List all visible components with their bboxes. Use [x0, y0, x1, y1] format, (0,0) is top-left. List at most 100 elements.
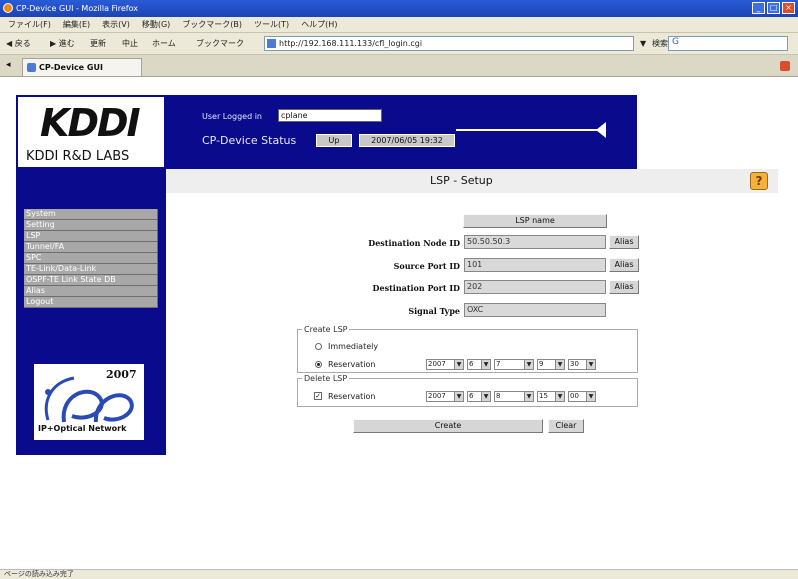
- chevron-down-icon: ▼: [586, 360, 595, 369]
- tab-favicon-icon: [27, 63, 36, 72]
- window-titlebar: CP-Device GUI - Mozilla Firefox _ □ ×: [0, 0, 798, 17]
- arrow-left-icon: [596, 122, 606, 138]
- dest-node-input[interactable]: 50.50.50.3: [464, 235, 606, 249]
- chevron-down-icon: ▼: [481, 360, 490, 369]
- sidebar: System Setting LSP Tunnel/FA SPC TE-Link…: [16, 169, 166, 455]
- sidebar-item-alias[interactable]: Alias: [24, 286, 158, 297]
- url-text: http://192.168.111.133/cfl_login.cgi: [279, 39, 423, 48]
- create-reservation-radio[interactable]: [315, 361, 322, 368]
- chevron-down-icon: ▼: [481, 392, 490, 401]
- menu-file[interactable]: ファイル(F): [8, 19, 51, 30]
- minimize-button[interactable]: _: [752, 2, 765, 14]
- menu-tools[interactable]: ツール(T): [254, 19, 289, 30]
- delete-day-select[interactable]: 8 ▼: [494, 391, 534, 402]
- clear-button[interactable]: Clear: [548, 419, 584, 433]
- firefox-icon: [3, 3, 13, 13]
- home-button[interactable]: ホーム: [152, 37, 176, 51]
- help-icon[interactable]: ?: [750, 172, 768, 190]
- page-header: KDDI KDDI R&D LABS User Logged in cplane…: [16, 95, 637, 169]
- menu-help[interactable]: ヘルプ(H): [301, 19, 337, 30]
- navigation-toolbar: ◀ 戻る ▶ 進む 更新 中止 ホーム ブックマーク http://192.16…: [0, 33, 798, 55]
- sidebar-item-setting[interactable]: Setting: [24, 220, 158, 231]
- arrow-line: [456, 129, 606, 131]
- iop-year: 2007: [106, 368, 137, 381]
- sidebar-item-tunnel-fa[interactable]: Tunnel/FA: [24, 242, 158, 253]
- tab-cp-device-gui[interactable]: CP-Device GUI: [22, 58, 142, 76]
- delete-minute-select[interactable]: 00 ▼: [568, 391, 596, 402]
- sidebar-item-te-link[interactable]: TE-Link/Data-Link: [24, 264, 158, 275]
- delete-hour-select[interactable]: 15 ▼: [537, 391, 565, 402]
- reload-button[interactable]: 更新: [90, 37, 106, 51]
- close-window-button[interactable]: ×: [782, 2, 795, 14]
- create-year-select[interactable]: 2007 ▼: [426, 359, 464, 370]
- create-day-select[interactable]: 7 ▼: [494, 359, 534, 370]
- iop-banner: 2007 IP+Optical Network: [34, 364, 144, 440]
- close-tab-icon[interactable]: [780, 61, 790, 71]
- forward-button[interactable]: ▶ 進む: [50, 37, 75, 51]
- title-band: LSP - Setup ?: [166, 169, 778, 193]
- sidebar-item-lsp[interactable]: LSP: [24, 231, 158, 242]
- window-title: CP-Device GUI - Mozilla Firefox: [16, 4, 138, 13]
- page-title: LSP - Setup: [430, 174, 493, 187]
- sidebar-item-system[interactable]: System: [24, 209, 158, 220]
- create-button[interactable]: Create: [353, 419, 543, 433]
- browser-statusbar: ページの読み込み完了: [0, 569, 798, 579]
- search-icon: G: [672, 37, 679, 47]
- stop-button[interactable]: 中止: [122, 37, 138, 51]
- dest-port-label: Destination Port ID: [372, 283, 460, 293]
- delete-year-select[interactable]: 2007 ▼: [426, 391, 464, 402]
- src-port-label: Source Port ID: [393, 261, 460, 271]
- signal-type-input[interactable]: OXC: [464, 303, 606, 317]
- tab-scroll-icon[interactable]: ◂: [6, 60, 11, 70]
- page-icon: [267, 39, 276, 48]
- iop-caption: IP+Optical Network: [38, 424, 127, 433]
- bookmarks-button[interactable]: ブックマーク: [196, 37, 244, 51]
- dest-node-label: Destination Node ID: [368, 238, 460, 248]
- menu-go[interactable]: 移動(G): [142, 19, 170, 30]
- chevron-down-icon: ▼: [524, 360, 533, 369]
- delete-lsp-legend: Delete LSP: [304, 374, 348, 383]
- create-month-select[interactable]: 6 ▼: [467, 359, 491, 370]
- immediately-label: Immediately: [328, 342, 379, 351]
- sidebar-item-logout[interactable]: Logout: [24, 297, 158, 308]
- device-status-timestamp: 2007/06/05 19:32: [359, 134, 455, 147]
- menu-edit[interactable]: 編集(E): [63, 19, 90, 30]
- chevron-down-icon: ▼: [454, 360, 463, 369]
- sidebar-item-spc[interactable]: SPC: [24, 253, 158, 264]
- user-logged-label: User Logged in: [202, 112, 262, 121]
- menu-bookmarks[interactable]: ブックマーク(B): [182, 19, 242, 30]
- logo-subtext: KDDI R&D LABS: [26, 149, 130, 164]
- back-button[interactable]: ◀ 戻る: [6, 37, 31, 51]
- tab-label: CP-Device GUI: [39, 63, 103, 72]
- create-hour-select[interactable]: 9 ▼: [537, 359, 565, 370]
- search-input[interactable]: G: [668, 36, 788, 51]
- sidebar-menu: System Setting LSP Tunnel/FA SPC TE-Link…: [24, 209, 158, 308]
- chevron-down-icon: ▼: [524, 392, 533, 401]
- device-status-badge: Up: [316, 134, 352, 147]
- sidebar-item-ospf-te[interactable]: OSPF-TE Link State DB: [24, 275, 158, 286]
- url-dropdown-icon[interactable]: ▼: [640, 37, 646, 51]
- search-go-button[interactable]: 検索: [652, 37, 668, 51]
- dest-port-alias-button[interactable]: Alias: [609, 280, 639, 294]
- maximize-button[interactable]: □: [767, 2, 780, 14]
- menu-view[interactable]: 表示(V): [102, 19, 130, 30]
- dest-port-input[interactable]: 202: [464, 280, 606, 294]
- immediately-radio[interactable]: [315, 343, 322, 350]
- delete-reservation-label: Reservation: [328, 392, 376, 401]
- lsp-name-button[interactable]: LSP name: [463, 214, 607, 228]
- device-status-label: CP-Device Status: [202, 134, 297, 147]
- delete-reservation-checkbox[interactable]: ✓: [314, 392, 322, 400]
- src-port-input[interactable]: 101: [464, 258, 606, 272]
- src-port-alias-button[interactable]: Alias: [609, 258, 639, 272]
- create-reservation-label: Reservation: [328, 360, 376, 369]
- chevron-down-icon: ▼: [555, 392, 564, 401]
- signal-type-label: Signal Type: [408, 306, 460, 316]
- user-field: cplane: [278, 109, 382, 122]
- create-minute-select[interactable]: 30 ▼: [568, 359, 596, 370]
- logo-text: KDDI: [40, 101, 141, 145]
- menubar: ファイル(F) 編集(E) 表示(V) 移動(G) ブックマーク(B) ツール(…: [0, 17, 798, 33]
- delete-month-select[interactable]: 6 ▼: [467, 391, 491, 402]
- chevron-down-icon: ▼: [454, 392, 463, 401]
- dest-node-alias-button[interactable]: Alias: [609, 235, 639, 249]
- url-input[interactable]: http://192.168.111.133/cfl_login.cgi: [264, 36, 634, 51]
